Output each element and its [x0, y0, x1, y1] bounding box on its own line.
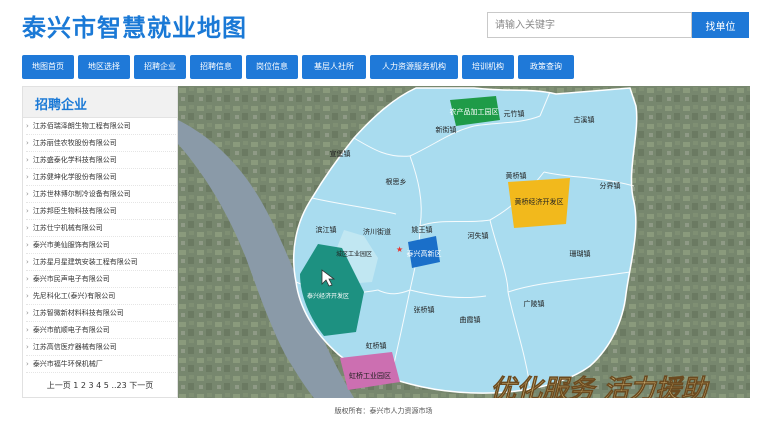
- search-input[interactable]: [487, 12, 692, 38]
- employment-map[interactable]: 农产品加工园区 元竹镇 古溪镇 新街镇 宣堡镇 根思乡 黄桥镇 黄桥经济开发区 …: [178, 86, 750, 398]
- company-list-item[interactable]: › 江苏智微新材料科技有限公司: [26, 305, 176, 322]
- nav-training-institutions[interactable]: 培训机构: [462, 55, 514, 79]
- company-name: 江苏高信医疗器械有限公司: [32, 343, 117, 351]
- map-label: 姚王镇: [412, 225, 433, 234]
- map-label: 黄桥经济开发区: [515, 197, 564, 206]
- map-label: 新街镇: [436, 125, 457, 134]
- nav-grassroots-office[interactable]: 基层人社所: [302, 55, 366, 79]
- company-name: 泰兴市美仙服饰有限公司: [32, 241, 110, 249]
- nav-job-info[interactable]: 岗位信息: [246, 55, 298, 79]
- company-sidebar: 招聘企业 › 江苏佰瑞泽朗生物工程有限公司 › 江苏丽佳农牧股份有限公司 › 江苏盛泰…: [22, 86, 178, 398]
- footer-copyright: 版权所有：泰兴市人力资源市场: [334, 407, 433, 415]
- promo-banner: 优化服务 活力援助: [490, 375, 711, 398]
- map-label: 张桥镇: [414, 305, 435, 314]
- sidebar-header: 招聘企业: [23, 87, 177, 118]
- company-list-item[interactable]: › 江苏星月星建筑安装工程有限公司: [26, 254, 176, 271]
- map-label: 农产品加工园区: [450, 107, 499, 116]
- pagination[interactable]: 上一页 1 2 3 4 5 ..23 下一页: [23, 380, 177, 391]
- map-label: 曲霞镇: [460, 315, 481, 324]
- map-label: 泰兴经济开发区: [307, 292, 349, 300]
- map-label: 济川街道: [363, 227, 391, 236]
- company-name: 泰兴市航顺电子有限公司: [32, 326, 110, 334]
- map-label: 古溪镇: [574, 115, 595, 124]
- company-name: 先尼科化工(泰兴)有限公司: [32, 292, 116, 300]
- company-list-item[interactable]: › 泰兴市航顺电子有限公司: [26, 322, 176, 339]
- map-label: 黄桥镇: [506, 171, 527, 180]
- map-label: 根思乡: [386, 177, 407, 186]
- map-label: 元竹镇: [504, 109, 525, 118]
- company-name: 泰兴市福牛环保机械厂: [32, 360, 103, 368]
- company-name: 江苏健坤化学股份有限公司: [32, 173, 117, 181]
- company-list-item[interactable]: › 江苏盛泰化学科技有限公司: [26, 152, 176, 169]
- company-list-item[interactable]: › 泰兴市福牛环保机械厂: [26, 356, 176, 373]
- map-label: 珊瑚镇: [570, 249, 591, 258]
- company-list-item[interactable]: › 江苏佰瑞泽朗生物工程有限公司: [26, 118, 176, 135]
- map-label: 虹桥镇: [366, 341, 387, 350]
- find-company-button[interactable]: 找单位: [692, 12, 749, 38]
- sidebar-title: 招聘企业: [35, 98, 88, 113]
- banner-text: 优化服务 活力援助: [490, 375, 710, 398]
- company-list-item[interactable]: › 江苏高信医疗器械有限公司: [26, 339, 176, 356]
- company-list-item[interactable]: › 江苏邦臣生物科技有限公司: [26, 203, 176, 220]
- company-list-item[interactable]: › 江苏健坤化学股份有限公司: [26, 169, 176, 186]
- map-label: 宣堡镇: [330, 149, 351, 158]
- map-label: 城区工业园区: [336, 250, 372, 258]
- company-list-item[interactable]: › 泰兴市美仙服饰有限公司: [26, 237, 176, 254]
- city-center-star-icon: ★: [396, 245, 403, 254]
- map-label: 滨江镇: [316, 225, 337, 234]
- company-list-item[interactable]: › 江苏仕宁机械有限公司: [26, 220, 176, 237]
- company-name: 江苏星月星建筑安装工程有限公司: [32, 258, 138, 266]
- map-label: 泰兴高新区: [407, 249, 442, 258]
- map-label: 河失镇: [468, 231, 489, 240]
- company-name: 江苏丽佳农牧股份有限公司: [32, 139, 117, 147]
- company-name: 江苏盛泰化学科技有限公司: [32, 156, 117, 164]
- map-label: 虹桥工业园区: [349, 371, 391, 380]
- company-name: 江苏智微新材料科技有限公司: [32, 309, 124, 317]
- nav-recruitment-info[interactable]: 招聘信息: [190, 55, 242, 79]
- nav-hr-service-agencies[interactable]: 人力资源服务机构: [370, 55, 458, 79]
- company-name: 江苏邦臣生物科技有限公司: [32, 207, 117, 215]
- nav-recruiting-companies[interactable]: 招聘企业: [134, 55, 186, 79]
- company-list-item[interactable]: › 先尼科化工(泰兴)有限公司: [26, 288, 176, 305]
- company-name: 江苏世林博尔制冷设备有限公司: [32, 190, 131, 198]
- company-name: 泰兴市民声电子有限公司: [32, 275, 110, 283]
- nav-map-home[interactable]: 地图首页: [22, 55, 74, 79]
- nav-region-select[interactable]: 地区选择: [78, 55, 130, 79]
- company-list-item[interactable]: › 江苏丽佳农牧股份有限公司: [26, 135, 176, 152]
- company-name: 江苏佰瑞泽朗生物工程有限公司: [32, 122, 131, 130]
- company-list-item[interactable]: › 江苏世林博尔制冷设备有限公司: [26, 186, 176, 203]
- company-list-item[interactable]: › 泰兴市民声电子有限公司: [26, 271, 176, 288]
- map-label: 广陵镇: [524, 299, 545, 308]
- page-title: 泰兴市智慧就业地图: [22, 14, 247, 42]
- search-bar: 找单位: [487, 12, 749, 38]
- map-label: 分界镇: [600, 181, 621, 190]
- map-canvas[interactable]: 农产品加工园区 元竹镇 古溪镇 新街镇 宣堡镇 根思乡 黄桥镇 黄桥经济开发区 …: [178, 86, 750, 398]
- nav-policy-query[interactable]: 政策查询: [518, 55, 574, 79]
- company-name: 江苏仕宁机械有限公司: [32, 224, 103, 232]
